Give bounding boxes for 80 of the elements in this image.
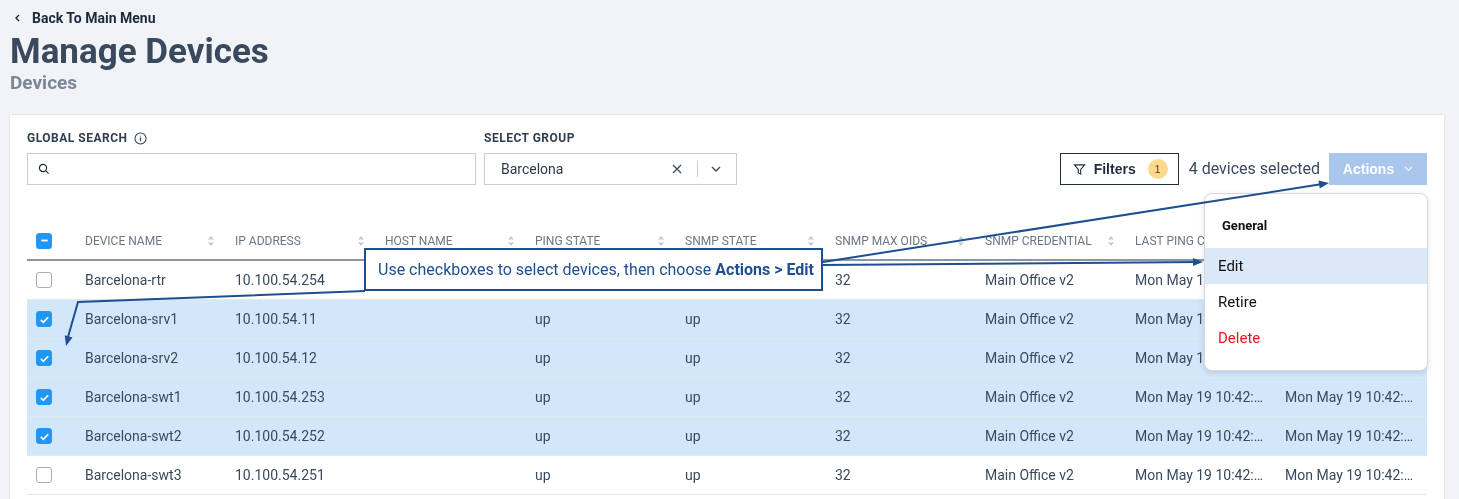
table-cell: 32 bbox=[835, 389, 851, 405]
table-cell: 32 bbox=[835, 350, 851, 366]
table-cell: Mon May 19 10:42:… bbox=[1285, 428, 1414, 444]
table-cell: up bbox=[535, 389, 551, 405]
table-cell: Mon May 19 10:42:… bbox=[1135, 428, 1264, 444]
table-cell: 10.100.54.254 bbox=[235, 272, 325, 288]
caret-icon bbox=[1404, 166, 1414, 172]
clear-icon[interactable] bbox=[671, 163, 683, 175]
row-checkbox[interactable] bbox=[36, 272, 52, 288]
search-icon bbox=[38, 163, 50, 175]
table-cell: Barcelona-srv2 bbox=[85, 350, 179, 366]
field-label: SELECT GROUP bbox=[484, 131, 575, 145]
table-cell: 32 bbox=[835, 272, 851, 288]
table-cell: Mon May 19 10:42:… bbox=[1135, 467, 1264, 483]
table-cell: Main Office v2 bbox=[985, 467, 1074, 483]
menu-section-label: General bbox=[1221, 218, 1268, 235]
table-cell: 32 bbox=[835, 311, 851, 327]
row-checkbox[interactable] bbox=[36, 350, 52, 366]
table-cell: Main Office v2 bbox=[985, 428, 1074, 444]
table-cell: Mon May 19 10:42:… bbox=[1135, 389, 1264, 405]
row-checkbox[interactable] bbox=[36, 311, 52, 327]
column-header[interactable]: SNMP STATE bbox=[685, 233, 757, 248]
table-cell: Barcelona-swt3 bbox=[85, 467, 182, 483]
menu-item[interactable]: Retire bbox=[1205, 284, 1427, 320]
filter-count-badge: 1 bbox=[1147, 159, 1168, 179]
table-cell: Barcelona-srv1 bbox=[85, 311, 179, 327]
table-cell: 10.100.54.251 bbox=[235, 467, 325, 483]
column-header[interactable]: SNMP CREDENTIAL bbox=[985, 233, 1092, 248]
row-checkbox[interactable] bbox=[36, 389, 52, 405]
table-cell: Barcelona-swt2 bbox=[85, 428, 182, 444]
table-cell: 32 bbox=[835, 428, 851, 444]
column-header[interactable]: LAST PING C bbox=[1135, 233, 1205, 248]
table-cell: Main Office v2 bbox=[985, 311, 1074, 327]
table-cell: 10.100.54.11 bbox=[235, 311, 317, 327]
info-icon[interactable] bbox=[134, 131, 148, 145]
table-cell: Main Office v2 bbox=[985, 389, 1074, 405]
field-label: GLOBAL SEARCH bbox=[27, 131, 128, 145]
table-cell: 10.100.54.253 bbox=[235, 389, 325, 405]
column-header[interactable]: PING STATE bbox=[535, 233, 601, 248]
column-header[interactable]: DEVICE NAME bbox=[85, 233, 162, 248]
back-link[interactable]: Back To Main Menu bbox=[10, 9, 156, 27]
select-all-checkbox[interactable] bbox=[36, 232, 52, 249]
column-header[interactable]: SNMP MAX OIDS bbox=[835, 233, 928, 248]
table-cell: 32 bbox=[835, 467, 851, 483]
group-select[interactable]: Barcelona bbox=[484, 153, 737, 185]
table-cell: up bbox=[685, 389, 701, 405]
row-checkbox[interactable] bbox=[36, 428, 52, 444]
page-title: Manage Devices bbox=[10, 32, 269, 72]
table-cell: Mon May 19 10:42:… bbox=[1285, 467, 1414, 483]
chevron-left-icon bbox=[14, 13, 22, 23]
table-cell: up bbox=[685, 428, 701, 444]
table-cell: up bbox=[535, 467, 551, 483]
table-cell: Barcelona-swt1 bbox=[85, 389, 182, 405]
table-cell: up bbox=[535, 350, 551, 366]
table-cell: Mon May 1 bbox=[1135, 272, 1205, 288]
funnel-icon bbox=[1072, 162, 1086, 176]
table-cell: Main Office v2 bbox=[985, 272, 1074, 288]
column-header[interactable]: HOST NAME bbox=[385, 233, 453, 248]
column-header[interactable]: IP ADDRESS bbox=[235, 233, 301, 248]
table-cell: Mon May 1 bbox=[1135, 311, 1205, 327]
page-subtitle: Devices bbox=[10, 72, 78, 94]
search-field[interactable] bbox=[27, 153, 476, 185]
table-cell: up bbox=[685, 467, 701, 483]
table-cell: up bbox=[685, 350, 701, 366]
table-cell: Mon May 1 bbox=[1135, 350, 1205, 366]
menu-item[interactable]: Delete bbox=[1205, 320, 1427, 356]
table-cell: 10.100.54.252 bbox=[235, 428, 325, 444]
table-cell: up bbox=[535, 311, 551, 327]
menu-item[interactable]: Edit bbox=[1205, 248, 1427, 284]
instruction-callout: Use checkboxes to select devices, then choose Actions > Edit bbox=[364, 248, 823, 291]
table-cell: Mon May 19 10:42:… bbox=[1285, 389, 1414, 405]
table-cell: up bbox=[535, 428, 551, 444]
row-checkbox[interactable] bbox=[36, 467, 52, 483]
filters-button[interactable]: Filters 1 bbox=[1059, 153, 1179, 185]
table-cell: Barcelona-rtr bbox=[85, 272, 166, 288]
table-cell: up bbox=[685, 311, 701, 327]
table-cell: 10.100.54.12 bbox=[235, 350, 317, 366]
sort-icon[interactable] bbox=[957, 234, 965, 247]
table-cell: Main Office v2 bbox=[985, 350, 1074, 366]
selection-count: 4 devices selected bbox=[1188, 158, 1320, 180]
